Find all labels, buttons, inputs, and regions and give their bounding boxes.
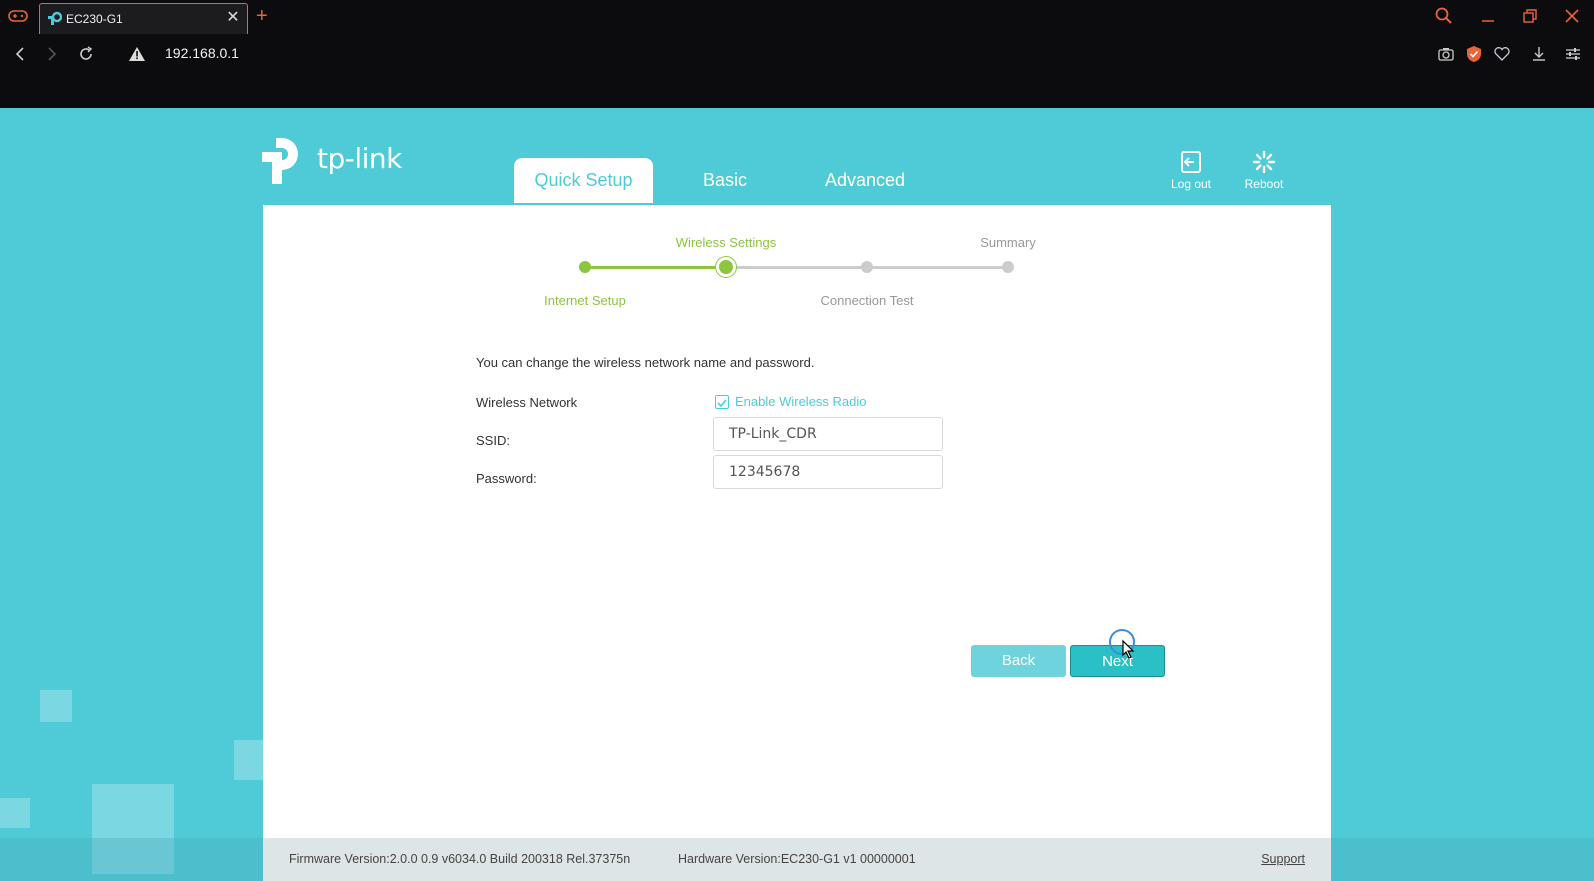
step-label-wireless-settings: Wireless Settings — [675, 235, 777, 250]
step-dot-wireless-settings — [716, 257, 736, 277]
back-icon[interactable] — [10, 44, 30, 64]
decor-shape — [234, 740, 263, 780]
progress-line-done — [585, 266, 726, 269]
logout-label: Log out — [1170, 177, 1212, 191]
logo-text: tp-link — [317, 142, 402, 175]
ssid-input[interactable]: TP-Link_CDR — [713, 417, 943, 451]
step-label-internet-setup: Internet Setup — [544, 293, 626, 308]
enable-wireless-label[interactable]: Enable Wireless Radio — [735, 394, 867, 409]
restore-icon[interactable] — [1520, 6, 1542, 28]
camera-icon[interactable] — [1437, 45, 1455, 63]
step-label-summary: Summary — [980, 235, 1036, 250]
tab-advanced[interactable]: Advanced — [810, 158, 920, 203]
decor-shape — [0, 798, 30, 828]
decor-shape — [40, 690, 72, 722]
support-link[interactable]: Support — [1261, 852, 1305, 866]
not-secure-warning-icon[interactable] — [128, 46, 146, 62]
shield-icon[interactable] — [1465, 45, 1483, 63]
reboot-icon — [1252, 150, 1276, 174]
reboot-label: Reboot — [1244, 177, 1284, 191]
address-bar: 192.168.0.1 — [0, 34, 1594, 108]
tab-basic[interactable]: Basic — [683, 158, 767, 203]
password-label: Password: — [476, 471, 537, 486]
footer-bar: Firmware Version:2.0.0 0.9 v6034.0 Build… — [263, 838, 1331, 881]
hardware-version: Hardware Version:EC230-G1 v1 00000001 — [678, 852, 916, 866]
step-label-connection-test: Connection Test — [820, 293, 914, 308]
reload-icon[interactable] — [76, 44, 96, 64]
close-window-icon[interactable] — [1562, 6, 1584, 28]
tp-link-logo-icon — [262, 138, 298, 184]
settings-sliders-icon[interactable] — [1564, 45, 1582, 63]
gamepad-icon[interactable] — [8, 9, 28, 25]
back-button[interactable]: Back — [971, 645, 1066, 677]
step-dot-connection-test — [861, 261, 873, 273]
minimize-icon[interactable] — [1478, 6, 1500, 28]
close-tab-icon[interactable]: ✕ — [225, 10, 241, 26]
checkmark-icon — [717, 399, 727, 408]
logout-icon — [1181, 151, 1201, 173]
enable-wireless-checkbox[interactable] — [715, 395, 729, 409]
quick-setup-panel: Internet Setup Wireless Settings Connect… — [263, 205, 1331, 881]
tab-title: EC230-G1 — [66, 12, 123, 26]
tp-link-logo[interactable]: tp-link — [262, 132, 407, 188]
step-dot-internet-setup — [579, 261, 591, 273]
footer: Firmware Version:2.0.0 0.9 v6034.0 Build… — [0, 838, 1594, 881]
form-description: You can change the wireless network name… — [476, 355, 815, 370]
mouse-cursor-icon — [1109, 629, 1135, 659]
tab-quick-setup[interactable]: Quick Setup — [514, 158, 653, 203]
browser-tab[interactable]: EC230-G1 ✕ — [39, 3, 248, 34]
browser-titlebar: EC230-G1 ✕ + — [0, 0, 1594, 34]
password-input[interactable]: 12345678 — [713, 455, 943, 489]
firmware-version: Firmware Version:2.0.0 0.9 v6034.0 Build… — [289, 852, 631, 866]
router-admin-page: tp-link Quick Setup Basic Advanced Log o… — [0, 108, 1594, 881]
search-icon[interactable] — [1434, 6, 1456, 28]
tp-link-favicon-icon — [46, 11, 63, 27]
heart-icon[interactable] — [1493, 45, 1511, 63]
step-dot-summary — [1002, 261, 1014, 273]
ssid-label: SSID: — [476, 433, 510, 448]
reboot-button[interactable]: Reboot — [1238, 150, 1290, 191]
logout-button[interactable]: Log out — [1165, 150, 1217, 191]
wireless-network-label: Wireless Network — [476, 395, 578, 410]
download-icon[interactable] — [1530, 45, 1548, 63]
new-tab-icon[interactable]: + — [256, 6, 274, 26]
forward-icon[interactable] — [42, 44, 62, 64]
url-field[interactable]: 192.168.0.1 — [165, 45, 239, 61]
